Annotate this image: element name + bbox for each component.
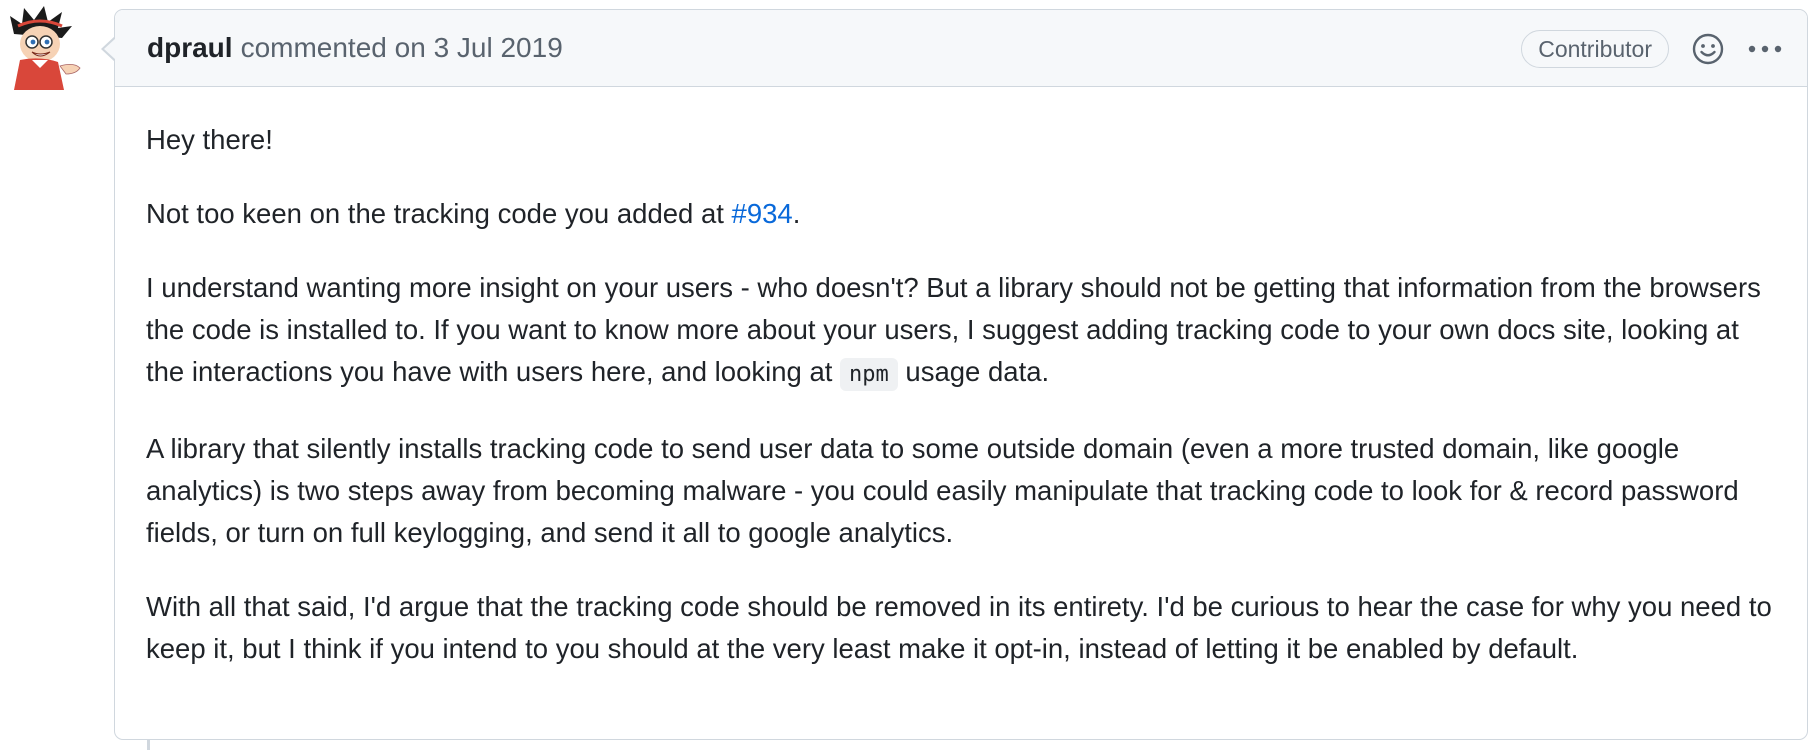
- author-avatar[interactable]: [4, 4, 84, 90]
- comment-meta: commented on 3 Jul 2019: [241, 32, 563, 64]
- comment-header: dpraul commented on 3 Jul 2019 Contribut…: [101, 10, 1807, 87]
- comment-paragraph: Not too keen on the tracking code you ad…: [146, 198, 801, 229]
- role-badge: Contributor: [1521, 29, 1669, 68]
- comment-action: commented on: [240, 32, 426, 63]
- more-options-button[interactable]: [1747, 44, 1783, 54]
- issue-link[interactable]: #934: [732, 198, 793, 229]
- comment-paragraph: Hey there!: [146, 124, 273, 155]
- comment-paragraph: With all that said, I'd argue that the t…: [146, 591, 1772, 664]
- author-link[interactable]: dpraul: [147, 32, 233, 64]
- comment-box: dpraul commented on 3 Jul 2019 Contribut…: [101, 9, 1808, 740]
- comment-paragraph: A library that silently installs trackin…: [146, 433, 1739, 548]
- cartoon-avatar-icon: [10, 6, 81, 90]
- timeline-connector: [147, 740, 150, 750]
- kebab-horizontal-icon: [1748, 45, 1782, 52]
- inline-code: npm: [840, 358, 898, 391]
- comment-date-link[interactable]: 3 Jul 2019: [434, 32, 563, 63]
- add-reaction-button[interactable]: [1691, 32, 1725, 66]
- comment-body: Hey there! Not too keen on the tracking …: [115, 87, 1807, 670]
- smiley-icon: [1692, 33, 1724, 64]
- header-actions: Contributor: [1521, 10, 1783, 87]
- comment-paragraph: I understand wanting more insight on you…: [146, 267, 1777, 396]
